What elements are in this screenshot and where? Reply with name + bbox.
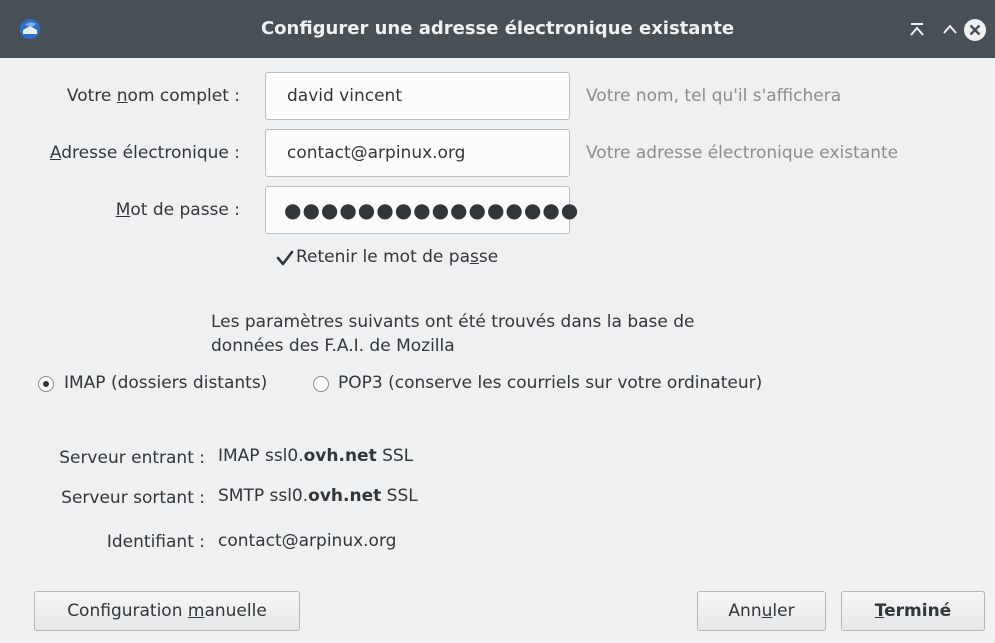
maximize-icon[interactable]: [938, 18, 962, 42]
name-label: Votre nom complet :: [66, 86, 240, 106]
incoming-server-label: Serveur entrant :: [59, 448, 205, 468]
pop3-radio[interactable]: [313, 376, 329, 392]
email-label: Adresse électronique :: [49, 143, 240, 163]
dialog-content: Votre nom complet : david vincent Votre …: [0, 58, 995, 643]
close-icon[interactable]: [963, 18, 987, 42]
imap-radio[interactable]: [38, 376, 54, 392]
identifier-value: contact@arpinux.org: [218, 531, 397, 551]
email-input[interactable]: contact@arpinux.org: [265, 129, 570, 177]
cancel-button[interactable]: Annuler: [697, 591, 826, 631]
password-label: Mot de passe :: [115, 200, 240, 220]
password-input[interactable]: ●●●●●●●●●●●●●●●●: [265, 186, 578, 234]
isp-database-notice: Les paramètres suivants ont été trouvés …: [211, 312, 695, 356]
done-button[interactable]: Terminé: [841, 591, 985, 631]
outgoing-server-label: Serveur sortant :: [61, 488, 205, 508]
pop3-radio-label[interactable]: POP3 (conserve les courriels sur votre o…: [338, 373, 762, 393]
name-hint: Votre nom, tel qu'il s'affichera: [586, 86, 842, 106]
remember-password-label[interactable]: Retenir le mot de passe: [296, 247, 498, 267]
outgoing-server-value: SMTP ssl0.ovh.net SSL: [218, 486, 418, 506]
manual-config-button[interactable]: Configuration manuelle: [34, 591, 300, 631]
remember-password-checkbox[interactable]: [276, 249, 294, 267]
keep-above-icon[interactable]: [905, 18, 929, 42]
window-title: Configurer une adresse électronique exis…: [260, 18, 735, 39]
full-name-input[interactable]: david vincent: [265, 72, 570, 120]
title-bar: Configurer une adresse électronique exis…: [0, 0, 995, 58]
incoming-server-value: IMAP ssl0.ovh.net SSL: [218, 446, 414, 466]
email-hint: Votre adresse électronique existante: [586, 143, 899, 163]
imap-radio-label[interactable]: IMAP (dossiers distants): [64, 373, 267, 393]
identifier-label: Identifiant :: [106, 532, 205, 552]
